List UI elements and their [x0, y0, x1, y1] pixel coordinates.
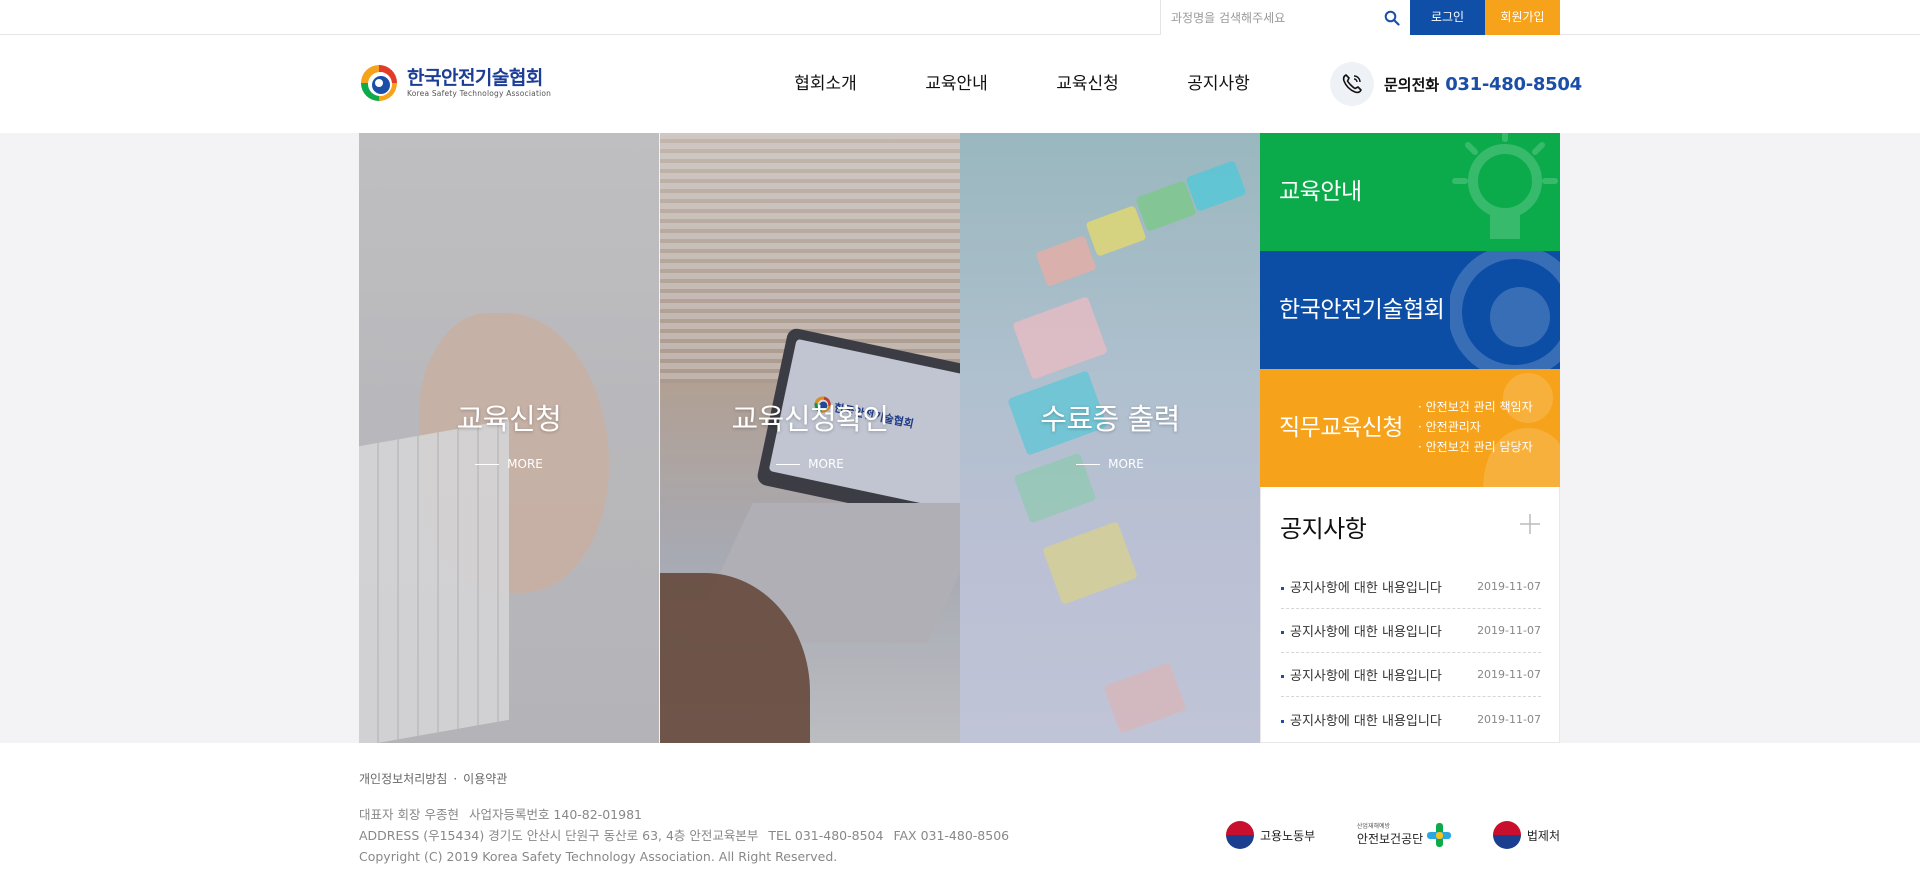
more-line	[776, 464, 801, 465]
notice-item-date: 2019-11-07	[1477, 580, 1541, 593]
top-utility-bar: 로그인 회원가입	[0, 0, 1920, 35]
search-input[interactable]	[1161, 0, 1376, 35]
notice-item-title[interactable]: 공지사항에 대한 내용입니다	[1281, 621, 1442, 640]
fax-text: FAX 031-480-8506	[893, 828, 1010, 843]
footer-info: 대표자 회장 우종현 사업자등록번호 140-82-01981 ADDRESS (…	[359, 804, 1009, 867]
notice-list: 공지사항에 대한 내용입니다 2019-11-07 공지사항에 대한 내용입니다 2…	[1281, 565, 1541, 741]
logo-mark-icon	[359, 63, 399, 103]
notice-item-date: 2019-11-07	[1477, 624, 1541, 637]
address-text: ADDRESS (우15434) 경기도 안산시 단원구 동산로 63, 4층 …	[359, 828, 759, 843]
taegeuk-icon	[1226, 821, 1254, 849]
list-item[interactable]: 공지사항에 대한 내용입니다 2019-11-07	[1281, 565, 1541, 609]
notice-title: 공지사항	[1280, 515, 1367, 543]
association-title: 한국안전기술협회	[1279, 297, 1445, 323]
notice-item-title[interactable]: 공지사항에 대한 내용입니다	[1281, 577, 1442, 596]
terms-link[interactable]: 이용약관	[463, 772, 507, 786]
notice-item-date: 2019-11-07	[1477, 712, 1541, 726]
more-link[interactable]: MORE	[960, 457, 1260, 471]
header: 한국안전기술협회 Korea Safety Technology Associa…	[0, 35, 1920, 133]
contact-number: 031-480-8504	[1445, 73, 1582, 95]
job-training-title: 직무교육신청	[1279, 415, 1403, 441]
list-item[interactable]: 공지사항에 대한 내용입니다 2019-11-07	[1281, 609, 1541, 653]
plus-icon[interactable]	[1519, 513, 1541, 535]
panel-overlay	[660, 133, 960, 743]
tel-text: TEL 031-480-8504	[768, 828, 884, 843]
page: 로그인 회원가입 한국안전기술협회 Korea Safety Technolog…	[0, 0, 1920, 891]
footer-line: 대표자 회장 우종현 사업자등록번호 140-82-01981	[359, 804, 1009, 825]
job-training-item[interactable]: 안전보건 관리 책임자	[1418, 397, 1533, 417]
lightbulb-icon	[1440, 133, 1560, 251]
partner-name: 법제처	[1526, 828, 1560, 843]
site-logo[interactable]: 한국안전기술협회 Korea Safety Technology Associa…	[359, 61, 569, 105]
main-visual: 교육신청 MORE 한국안전기술협회 교육신청확인 MORE 수료증 출력 MO…	[359, 133, 1560, 743]
more-label: MORE	[808, 457, 844, 471]
list-item[interactable]: 공지사항에 대한 내용입니다 2019-11-07	[1281, 653, 1541, 697]
side-column: 교육안내 한국안전기술협회 직무교육신청 안전보건 관리 책임자 안전관리자 안…	[1260, 133, 1560, 743]
notice-item-title[interactable]: 공지사항에 대한 내용입니다	[1281, 665, 1442, 684]
partner-logo-moleg[interactable]: 법제처	[1492, 821, 1560, 849]
contact-info: 문의전화 031-480-8504	[1330, 62, 1582, 106]
phone-icon	[1330, 62, 1374, 106]
panel-title: 교육신청확인	[731, 402, 889, 436]
footer-links: 개인정보처리방침 · 이용약관	[359, 770, 507, 787]
nav-item-about[interactable]: 협회소개	[760, 35, 891, 133]
notice-item-title[interactable]: 공지사항에 대한 내용입니다	[1281, 710, 1442, 729]
partner-name-group: 산업재해예방안전보건공단	[1357, 823, 1423, 847]
logo-text: 한국안전기술협회 Korea Safety Technology Associa…	[407, 67, 551, 99]
taegeuk-icon	[1492, 821, 1521, 849]
panel-certificate-print[interactable]: 수료증 출력 MORE	[960, 133, 1260, 743]
partner-name: 고용노동부	[1260, 828, 1316, 843]
partner-name: 안전보건공단	[1356, 832, 1424, 846]
panel-overlay	[960, 133, 1260, 743]
edu-info-title: 교육안내	[1279, 179, 1362, 205]
job-training-box[interactable]: 직무교육신청 안전보건 관리 책임자 안전관리자 안전보건 관리 담당자	[1260, 369, 1560, 487]
footer: 개인정보처리방침 · 이용약관 대표자 회장 우종현 사업자등록번호 140-82-0…	[0, 743, 1920, 891]
main-nav: 협회소개 교육안내 교육신청 공지사항	[760, 35, 1284, 133]
more-line	[475, 464, 500, 465]
job-training-list: 안전보건 관리 책임자 안전관리자 안전보건 관리 담당자	[1418, 397, 1533, 457]
privacy-policy-link[interactable]: 개인정보처리방침	[359, 772, 447, 786]
link-separator: ·	[453, 772, 458, 786]
business-number: 사업자등록번호 140-82-01981	[468, 807, 642, 822]
login-button[interactable]: 로그인	[1410, 0, 1485, 35]
association-box[interactable]: 한국안전기술협회	[1260, 251, 1560, 369]
panel-overlay	[359, 133, 659, 743]
nav-item-edu-apply[interactable]: 교육신청	[1022, 35, 1153, 133]
logo-title: 한국안전기술협회	[407, 67, 543, 89]
logo-subtitle: Korea Safety Technology Association	[407, 89, 552, 98]
partner-subtitle: 산업재해예방	[1356, 823, 1391, 830]
more-label: MORE	[1108, 457, 1144, 471]
more-line	[1076, 464, 1101, 465]
ceo-text: 대표자 회장 우종현	[359, 807, 459, 822]
join-button[interactable]: 회원가입	[1485, 0, 1560, 35]
job-training-item[interactable]: 안전보건 관리 담당자	[1418, 437, 1533, 457]
partner-logo-moel[interactable]: 고용노동부	[1226, 821, 1315, 849]
kosha-cross-icon	[1427, 823, 1452, 847]
partner-logo-kosha[interactable]: 산업재해예방안전보건공단	[1357, 823, 1452, 847]
contact-label: 문의전화	[1384, 75, 1440, 94]
copyright: Copyright (C) 2019 Korea Safety Technolo…	[359, 849, 838, 864]
nav-item-edu-info[interactable]: 교육안내	[891, 35, 1022, 133]
association-emblem-icon	[1448, 251, 1560, 369]
partner-logos: 고용노동부 산업재해예방안전보건공단 법제처	[1226, 815, 1560, 855]
panel-edu-apply[interactable]: 교육신청 MORE	[359, 133, 659, 743]
footer-line: ADDRESS (우15434) 경기도 안산시 단원구 동산로 63, 4층 …	[359, 825, 1009, 846]
job-training-item[interactable]: 안전관리자	[1418, 417, 1533, 437]
more-link[interactable]: MORE	[359, 457, 659, 471]
more-link[interactable]: MORE	[660, 457, 960, 471]
notice-board: 공지사항 공지사항에 대한 내용입니다 2019-11-07 공지사항에 대한 내…	[1260, 487, 1560, 743]
panel-title: 수료증 출력	[1040, 402, 1180, 436]
notice-item-date: 2019-11-07	[1477, 668, 1541, 681]
search-box	[1160, 0, 1410, 35]
panel-edu-confirm[interactable]: 한국안전기술협회 교육신청확인 MORE	[660, 133, 960, 743]
nav-item-notice[interactable]: 공지사항	[1153, 35, 1284, 133]
more-label: MORE	[507, 457, 543, 471]
edu-info-box[interactable]: 교육안내	[1260, 133, 1560, 251]
panel-title: 교육신청	[456, 402, 562, 436]
search-icon[interactable]	[1384, 10, 1400, 26]
list-item[interactable]: 공지사항에 대한 내용입니다 2019-11-07	[1281, 697, 1541, 741]
